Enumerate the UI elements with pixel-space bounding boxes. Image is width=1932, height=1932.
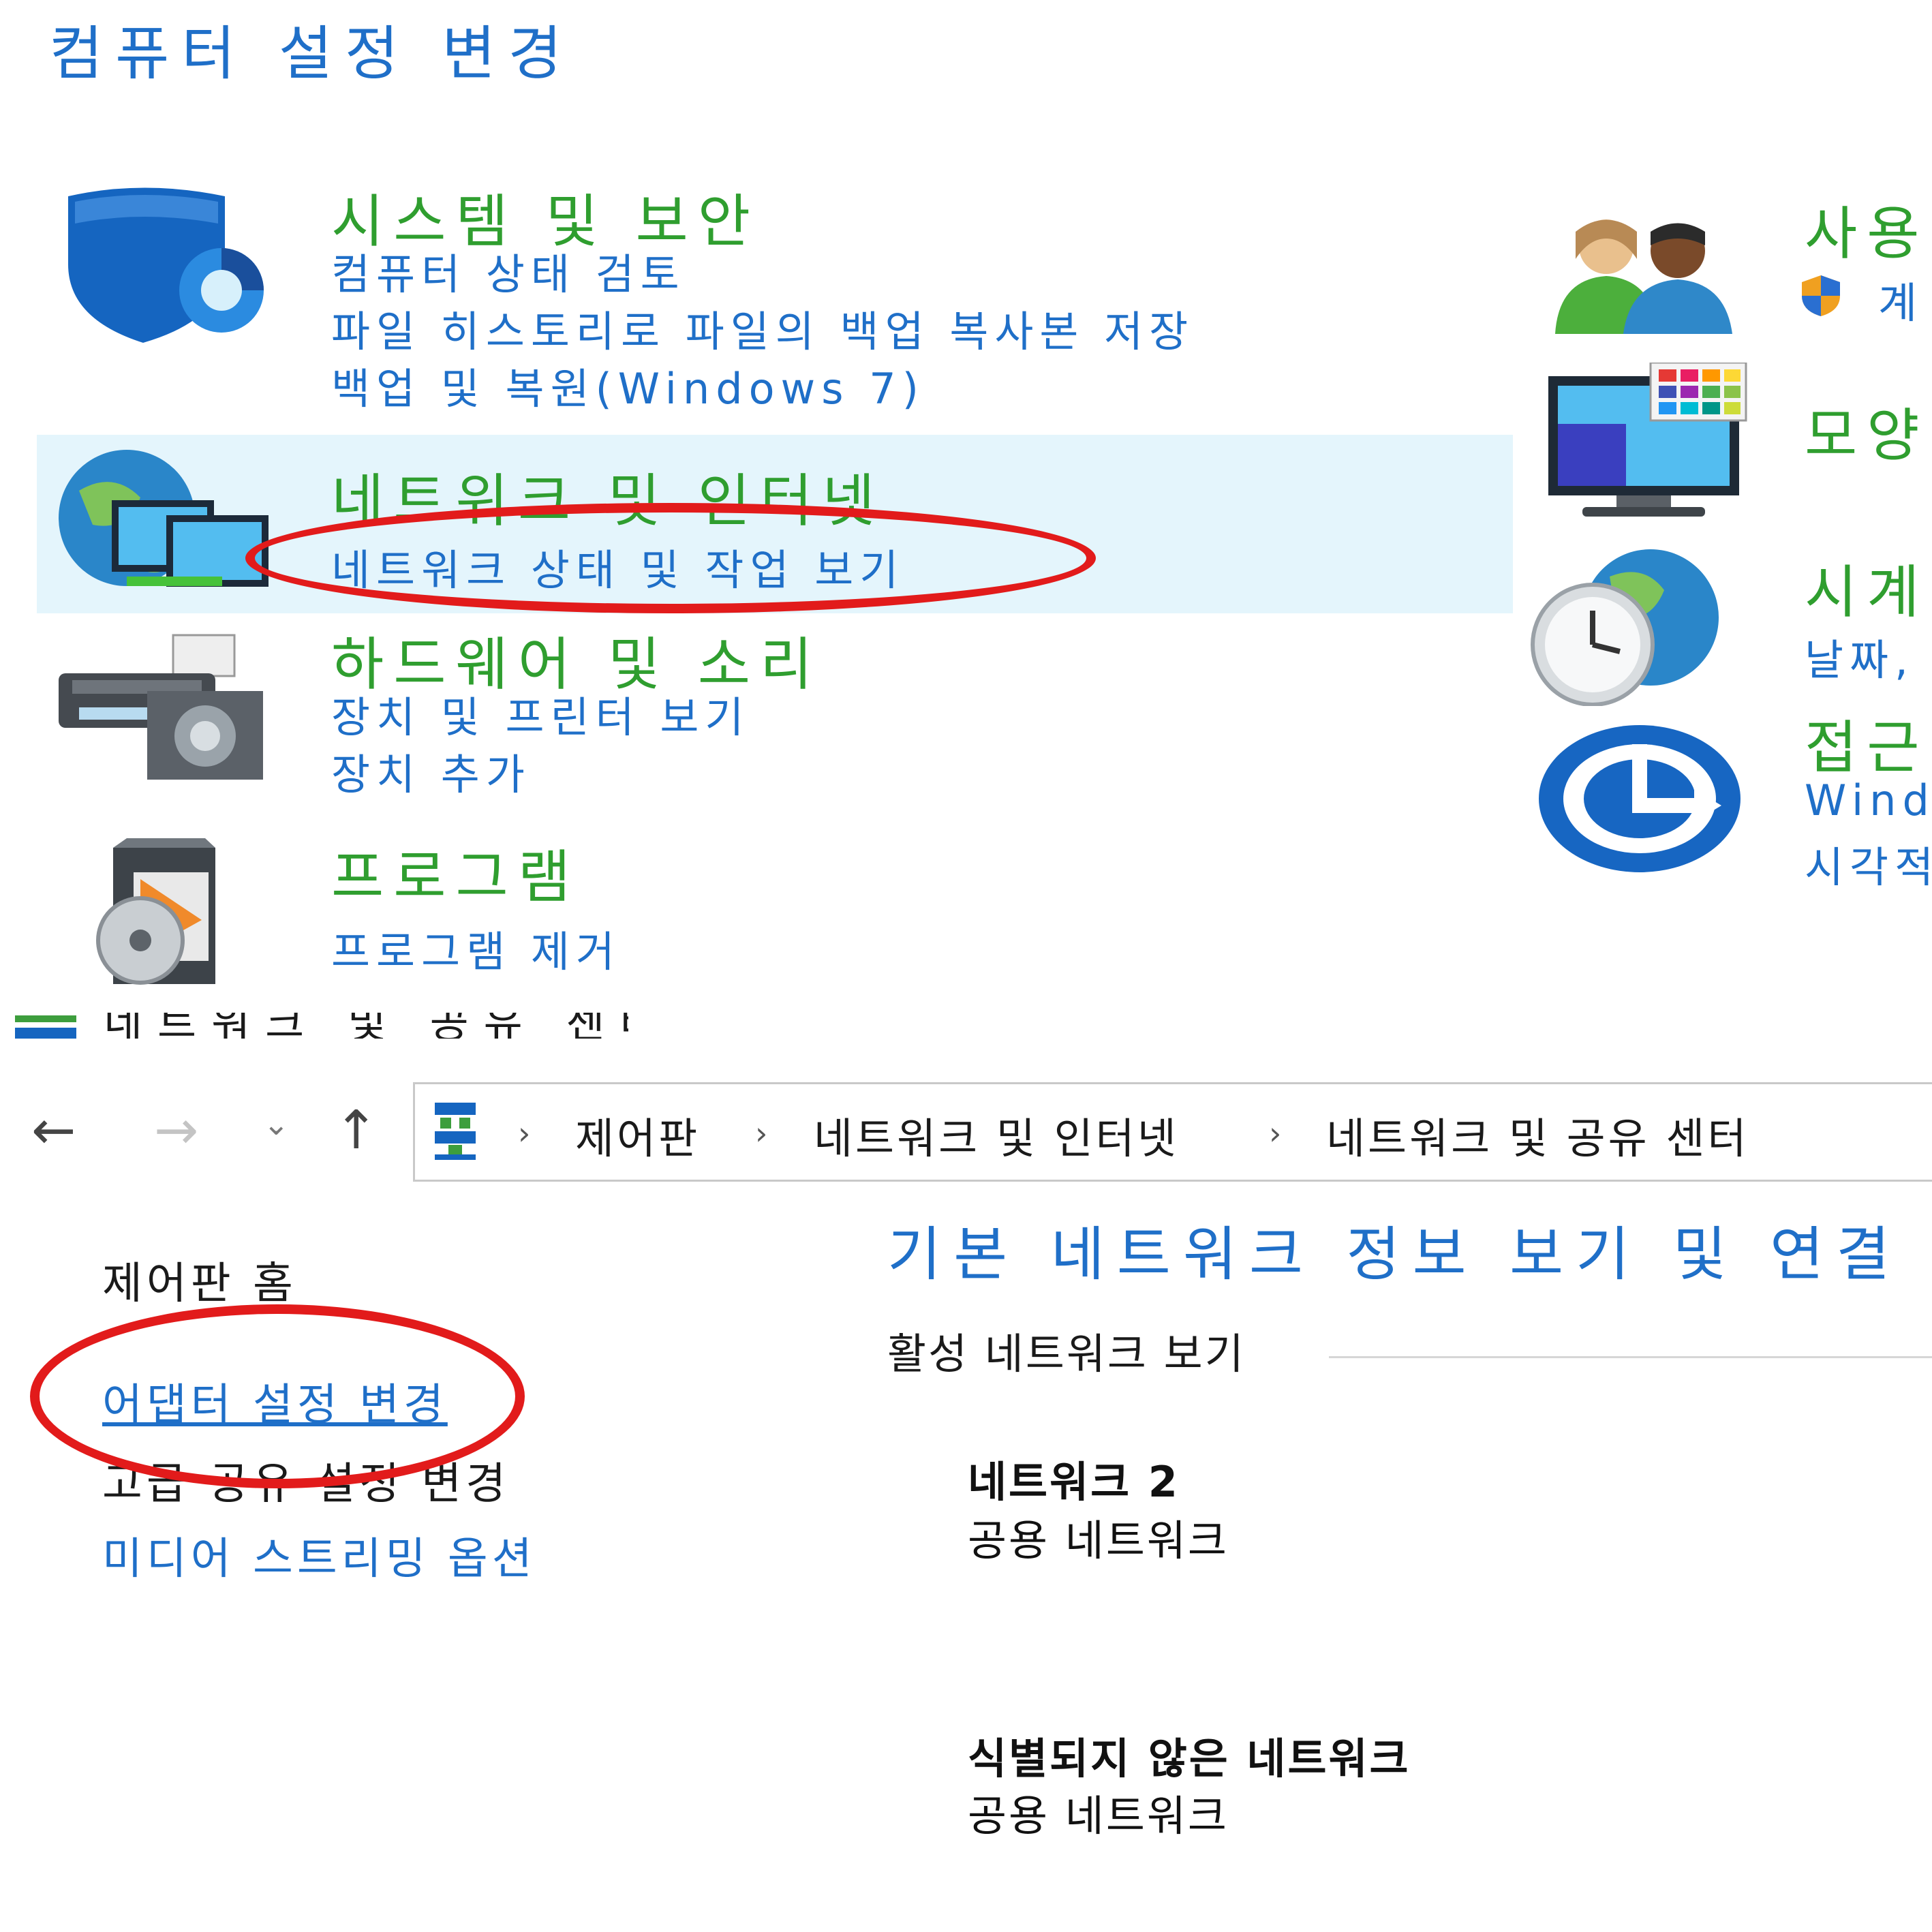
- printer-icon: [52, 626, 277, 782]
- section-divider: [1329, 1356, 1932, 1358]
- category-ease-title[interactable]: 접근: [1805, 702, 1929, 784]
- annotation-ellipse: [30, 1304, 525, 1488]
- back-arrow-icon[interactable]: ←: [31, 1100, 76, 1161]
- link-file-history[interactable]: 파일 히스토리로 파일의 백업 복사본 저장: [331, 297, 1194, 358]
- monitor-palette-icon: [1548, 363, 1753, 519]
- main-title: 기본 네트워크 정보 보기 및 연결 설: [887, 1221, 1932, 1289]
- network-name: 네트워크 2: [968, 1457, 1180, 1507]
- link-check-status[interactable]: 컴퓨터 상태 검토: [331, 240, 686, 301]
- programs-box-icon: [86, 838, 236, 988]
- shield-icon: [61, 183, 273, 346]
- link-account[interactable]: 계: [1878, 269, 1923, 330]
- users-icon: [1542, 211, 1746, 334]
- network-type[interactable]: 공용 네트워크: [968, 1781, 1229, 1843]
- breadcrumb-sharing-center[interactable]: 네트워크 및 공유 센터: [1326, 1104, 1749, 1165]
- category-programs-title[interactable]: 프로그램: [331, 831, 580, 914]
- page-title: 컴퓨터 설정 변경: [49, 20, 574, 88]
- category-appearance-title[interactable]: 모양: [1805, 390, 1929, 472]
- recent-chevron-icon[interactable]: ⌄: [263, 1105, 290, 1142]
- link-add-device[interactable]: 장치 추가: [331, 740, 531, 801]
- network-type[interactable]: 공용 네트워크: [968, 1506, 1229, 1567]
- breadcrumb-control-panel[interactable]: 제어판: [575, 1104, 700, 1165]
- control-panel-icon: [428, 1100, 482, 1164]
- breadcrumb-separator: ›: [1269, 1115, 1282, 1152]
- up-arrow-icon[interactable]: ↑: [334, 1100, 378, 1161]
- link-ease-visual[interactable]: 시각적: [1805, 833, 1932, 894]
- ease-of-access-icon: [1537, 724, 1742, 874]
- link-uninstall-program[interactable]: 프로그램 제거: [331, 917, 621, 979]
- network-name: 식별되지 않은 네트워크: [968, 1734, 1411, 1783]
- breadcrumb-network-internet[interactable]: 네트워크 및 인터넷: [814, 1104, 1179, 1165]
- forward-arrow-icon[interactable]: →: [154, 1100, 198, 1161]
- category-clock-title[interactable]: 시계: [1805, 547, 1929, 629]
- breadcrumb-separator: ›: [755, 1115, 768, 1152]
- network-globe-icon: [52, 450, 277, 600]
- uac-shield-icon: [1799, 274, 1843, 320]
- annotation-ellipse: [245, 503, 1096, 613]
- control-panel-icon: [15, 1013, 76, 1039]
- cut-off-line: 네트워크 및 공유 센터: [15, 1013, 628, 1039]
- clock-globe-icon: [1528, 549, 1746, 706]
- sidebar-control-panel-home[interactable]: 제어판 홈: [102, 1248, 297, 1311]
- link-devices-printers[interactable]: 장치 및 프린터 보기: [331, 683, 750, 744]
- link-backup-restore[interactable]: 백업 및 복원(Windows 7): [331, 354, 925, 416]
- category-users-title[interactable]: 사용: [1805, 188, 1929, 271]
- link-ease-windows[interactable]: Wind: [1805, 776, 1932, 825]
- sidebar-media-streaming[interactable]: 미디어 스트리밍 옵션: [102, 1524, 536, 1586]
- link-date[interactable]: 날짜,: [1805, 626, 1914, 687]
- breadcrumb-separator: ›: [518, 1115, 531, 1152]
- active-networks-heading: 활성 네트워크 보기: [887, 1329, 1246, 1379]
- cut-off-text: 네트워크 및 공유 센터: [104, 1013, 628, 1039]
